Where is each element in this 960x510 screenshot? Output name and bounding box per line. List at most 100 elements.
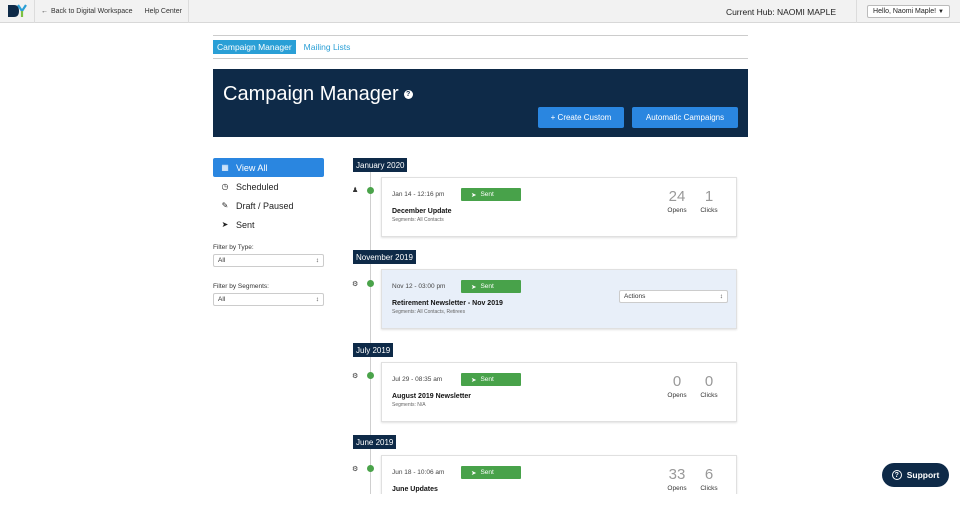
clicks-stat: 1 Clicks	[694, 188, 724, 214]
opens-stat: 33 Opens	[662, 466, 692, 492]
timeline-dot	[367, 187, 374, 194]
opens-count: 0	[672, 373, 682, 390]
sidebar-item-draft[interactable]: ✎ Draft / Paused	[213, 196, 324, 215]
back-link[interactable]: ← Back to Digital Workspace	[35, 0, 139, 23]
sidebar-item-scheduled[interactable]: ◷ Scheduled	[213, 177, 324, 196]
campaign-segments: Segments: All Contacts, Retirees	[392, 309, 466, 315]
opens-count: 33	[668, 466, 686, 483]
clicks-stat: 6 Clicks	[694, 466, 724, 492]
opens-label: Opens	[667, 392, 687, 399]
sidebar: ▦ View All ◷ Scheduled ✎ Draft / Paused …	[213, 158, 324, 306]
campaign-name: December Update	[392, 208, 452, 215]
clicks-label: Clicks	[700, 392, 718, 399]
opens-label: Opens	[667, 207, 687, 214]
calendar-icon: ▦	[221, 163, 229, 172]
select-arrows-icon: ↕	[719, 293, 723, 300]
logo[interactable]	[0, 0, 35, 23]
opens-stat: 0 Opens	[662, 373, 692, 399]
sidebar-item-label: Sent	[236, 219, 255, 230]
back-link-label: Back to Digital Workspace	[51, 7, 133, 15]
question-icon[interactable]: ?	[403, 90, 413, 99]
campaign-name: June Updates	[392, 486, 438, 493]
clicks-count: 0	[704, 373, 714, 390]
opens-stat: 24 Opens	[662, 188, 692, 214]
support-button[interactable]: ? Support	[882, 463, 949, 487]
sidebar-item-label: Draft / Paused	[236, 200, 294, 211]
tab-mailing-lists[interactable]: Mailing Lists	[300, 40, 355, 54]
campaign-card[interactable]: Jul 29 - 08:35 am ➤ Sent August 2019 New…	[381, 362, 737, 422]
paper-plane-icon: ➤	[471, 191, 477, 199]
status-badge-label: Sent	[480, 469, 494, 476]
select-arrows-icon: ↕	[315, 296, 319, 303]
user-menu-button[interactable]: Hello, Naomi Maple! ▼	[867, 5, 950, 18]
tab-campaign-manager[interactable]: Campaign Manager	[213, 40, 296, 54]
filter-type-select[interactable]: All ↕	[213, 254, 324, 267]
month-header: July 2019	[353, 343, 394, 357]
sidebar-item-sent[interactable]: ➤ Sent	[213, 215, 324, 234]
support-label: Support	[906, 470, 940, 480]
status-badge: ➤ Sent	[461, 280, 521, 293]
month-header: January 2020	[353, 158, 408, 172]
pencil-icon: ✎	[221, 201, 229, 210]
tabs-bar: Campaign Manager Mailing Lists	[213, 35, 748, 59]
caret-down-icon: ▼	[938, 9, 944, 15]
status-badge: ➤ Sent	[461, 466, 521, 479]
campaign-date: Jul 29 - 08:35 am	[392, 376, 443, 383]
sidebar-item-label: Scheduled	[236, 181, 279, 192]
campaign-name: Retirement Newsletter - Nov 2019	[392, 300, 503, 307]
logo-icon	[8, 4, 27, 17]
current-hub: Current Hub: NAOMI MAPLE	[725, 6, 836, 17]
campaign-card[interactable]: Nov 12 - 03:00 pm ➤ Sent Retirement News…	[381, 269, 737, 329]
campaign-date: Nov 12 - 03:00 pm	[392, 283, 446, 290]
campaign-name: August 2019 Newsletter	[392, 393, 471, 400]
campaign-card[interactable]: Jan 14 - 12:16 pm ➤ Sent December Update…	[381, 177, 737, 237]
filter-segments-label: Filter by Segments:	[213, 283, 269, 290]
campaign-segments: Segments: N/A	[392, 402, 426, 408]
create-custom-button[interactable]: + Create Custom	[538, 107, 624, 128]
sidebar-item-view-all[interactable]: ▦ View All	[213, 158, 324, 177]
opens-label: Opens	[667, 485, 687, 492]
paper-plane-icon: ➤	[471, 469, 477, 477]
campaign-card[interactable]: Jun 18 - 10:06 am ➤ Sent June Updates 33…	[381, 455, 737, 494]
month-header: June 2019	[353, 435, 397, 449]
top-bar: ← Back to Digital Workspace Help Center …	[0, 0, 960, 23]
clock-icon: ◷	[221, 182, 229, 191]
paper-plane-icon: ➤	[221, 220, 229, 229]
question-icon: ?	[891, 470, 902, 480]
timeline-dot	[367, 372, 374, 379]
page-banner: Campaign Manager ? + Create Custom Autom…	[213, 69, 748, 137]
filter-segments-select[interactable]: All ↕	[213, 293, 324, 306]
clicks-label: Clicks	[700, 485, 718, 492]
paper-plane-icon: ➤	[471, 376, 477, 384]
automatic-campaigns-button[interactable]: Automatic Campaigns	[632, 107, 738, 128]
filter-type-value: All	[218, 257, 226, 264]
clicks-count: 1	[704, 188, 714, 205]
clicks-count: 6	[704, 466, 714, 483]
status-badge-label: Sent	[480, 283, 494, 290]
opens-count: 24	[668, 188, 686, 205]
arrow-left-icon: ←	[41, 7, 48, 15]
paper-plane-icon: ➤	[471, 283, 477, 291]
filter-type-label: Filter by Type:	[213, 244, 254, 251]
campaign-date: Jan 14 - 12:16 pm	[392, 191, 445, 198]
campaign-segments: Segments: All Contacts	[392, 217, 444, 223]
timeline-dot	[367, 280, 374, 287]
help-center-link[interactable]: Help Center	[139, 0, 189, 23]
campaign-date: Jun 18 - 10:06 am	[392, 469, 445, 476]
actions-label: Actions	[624, 293, 646, 300]
select-arrows-icon: ↕	[315, 257, 319, 264]
gears-icon: ⚙	[352, 373, 359, 380]
actions-select[interactable]: Actions ↕	[619, 290, 728, 303]
page-title: Campaign Manager ?	[223, 83, 413, 106]
gears-icon: ⚙	[352, 466, 359, 473]
filter-segments-value: All	[218, 296, 226, 303]
clicks-label: Clicks	[700, 207, 718, 214]
status-badge-label: Sent	[480, 376, 494, 383]
person-icon: ♟	[352, 187, 359, 194]
status-badge: ➤ Sent	[461, 188, 521, 201]
status-badge: ➤ Sent	[461, 373, 521, 386]
user-menu-wrap: Hello, Naomi Maple! ▼	[856, 0, 960, 23]
gears-icon: ⚙	[352, 281, 359, 288]
user-menu-label: Hello, Naomi Maple!	[873, 8, 937, 15]
clicks-stat: 0 Clicks	[694, 373, 724, 399]
